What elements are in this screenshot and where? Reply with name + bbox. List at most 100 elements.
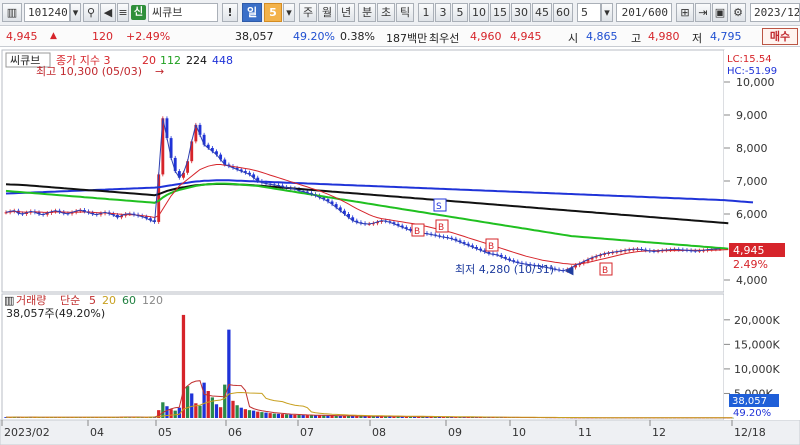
current-price-tag-text: 4,945 <box>733 244 765 257</box>
volume-bar <box>198 405 202 418</box>
legend-ma224: 224 <box>186 54 207 67</box>
minute-15-button[interactable]: 15 <box>490 3 510 22</box>
stock-chart[interactable]: 씨큐브 종가 지수 3 20 112 224 448 최고 10,300 (05… <box>0 48 800 445</box>
volume-value: 38,057 <box>235 30 274 43</box>
minute-1-button[interactable]: 1 <box>418 3 434 22</box>
x-axis-label: 2023/02 <box>4 426 50 439</box>
volume-bar <box>264 412 268 418</box>
period-minute-button[interactable]: 분 <box>358 3 376 22</box>
price-change: 120 <box>92 30 113 43</box>
open-label: 시 <box>568 32 579 45</box>
volume-bar <box>330 415 334 418</box>
volume-bar <box>227 329 231 418</box>
volume-bar <box>313 415 318 418</box>
volume-bar <box>218 407 223 418</box>
volume-tag-text: 38,057 <box>732 396 767 407</box>
chart-toolbar: ▥ 101240 ▾ ⚲ ◀ ≡ 신 씨큐브 ! 일 5 ▾ 주 월 년 분 초… <box>0 0 800 26</box>
period-day-count-button[interactable]: 5 <box>264 3 282 22</box>
period-year-button[interactable]: 년 <box>337 3 355 22</box>
buy-button[interactable]: 매수 <box>762 28 798 45</box>
hc-label: HC:-51.99 <box>727 66 777 77</box>
turnover-rate: 0.38% <box>340 30 375 43</box>
volume-bar <box>289 414 293 418</box>
volume-tick-label: 20,000K <box>734 314 780 327</box>
volume-tick-label: 10,000K <box>734 363 780 376</box>
volume-bar <box>247 410 252 418</box>
volume-bar <box>202 382 206 418</box>
grid-tools-icon[interactable]: ⊞ <box>676 3 694 22</box>
code-dropdown-icon[interactable]: ▾ <box>70 3 81 22</box>
date-field[interactable]: 2023/12 <box>750 3 800 22</box>
open-price: 4,865 <box>586 30 618 43</box>
low-price: 4,795 <box>710 30 742 43</box>
alert-icon[interactable]: ! <box>222 3 238 22</box>
volume-pct-tag: 49.20% <box>733 408 771 419</box>
volume-bar <box>239 407 243 418</box>
x-axis-label: 04 <box>90 426 104 439</box>
minute-3-button[interactable]: 3 <box>435 3 451 22</box>
volume-bar <box>285 414 289 418</box>
legend-ma448: 448 <box>212 54 233 67</box>
x-axis-label: 12 <box>652 426 666 439</box>
minute-5-button[interactable]: 5 <box>452 3 468 22</box>
buy-signal-label: B <box>414 227 420 237</box>
interval-input[interactable]: 5 <box>577 3 601 22</box>
current-pct-tag: 2.49% <box>733 258 768 271</box>
high-price: 4,980 <box>648 30 680 43</box>
x-axis-label: 07 <box>300 426 314 439</box>
x-axis-label: 06 <box>228 426 242 439</box>
minute-60-button[interactable]: 60 <box>553 3 573 22</box>
volume-bar <box>326 415 330 418</box>
period-day-button[interactable]: 일 <box>242 3 262 22</box>
save-icon[interactable]: ▣ <box>712 3 728 22</box>
period-second-button[interactable]: 초 <box>377 3 395 22</box>
min-arrow-icon: ◀ <box>565 264 574 277</box>
current-price: 4,945 <box>6 30 38 43</box>
price-tick-label: 8,000 <box>736 142 768 155</box>
quote-row: 4,945 ▲ 120 +2.49% 38,057 49.20% 0.38% 1… <box>0 27 800 47</box>
minute-45-button[interactable]: 45 <box>532 3 552 22</box>
search-icon[interactable]: ⚲ <box>83 3 99 22</box>
period-week-button[interactable]: 주 <box>299 3 317 22</box>
stock-code-input[interactable]: 101240 <box>24 3 70 22</box>
minute-10-button[interactable]: 10 <box>469 3 489 22</box>
count-display[interactable]: 201/600 <box>616 3 672 22</box>
volume-bar <box>276 413 281 418</box>
count-total: /600 <box>641 6 669 19</box>
volume-tick-label: 15,000K <box>734 338 780 351</box>
period-tick-button[interactable]: 틱 <box>396 3 414 22</box>
volume-legend-ma60: 60 <box>122 294 136 307</box>
price-tick-label: 6,000 <box>736 208 768 221</box>
minute-30-button[interactable]: 30 <box>511 3 531 22</box>
settings-icon[interactable]: ⚙ <box>730 3 746 22</box>
min-price-annotation: 최저 4,280 (10/31) <box>455 263 554 276</box>
volume-legend-ma5: 5 <box>89 294 96 307</box>
price-tick-label: 7,000 <box>736 175 768 188</box>
volume-bar <box>305 415 309 418</box>
volume-bar <box>169 409 173 418</box>
menu-icon[interactable]: ≡ <box>117 3 129 22</box>
price-tick-label: 10,000 <box>736 76 775 89</box>
volume-bar <box>256 411 260 418</box>
chart-menu-icon[interactable]: ▥ <box>2 3 22 22</box>
volume-bar <box>268 413 272 418</box>
period-month-button[interactable]: 월 <box>318 3 336 22</box>
volume-ratio: 49.20% <box>293 30 335 43</box>
period-dropdown-icon[interactable]: ▾ <box>283 3 295 22</box>
x-axis-label: 10 <box>512 426 526 439</box>
split-view-icon[interactable]: ⇥ <box>695 3 711 22</box>
volume-panel-icon: ▥ <box>4 294 14 307</box>
price-tick-label: 4,000 <box>736 274 768 287</box>
volume-title: 거래량 <box>16 294 46 307</box>
volume-bar <box>231 400 235 418</box>
volume-bar <box>318 415 322 418</box>
chart-area[interactable]: 씨큐브 종가 지수 3 20 112 224 448 최고 10,300 (05… <box>0 48 800 445</box>
low-label: 저 <box>692 32 703 45</box>
x-axis-label: 09 <box>448 426 462 439</box>
volume-legend-ma120: 120 <box>142 294 163 307</box>
prev-stock-icon[interactable]: ◀ <box>100 3 116 22</box>
stock-name-field[interactable]: 씨큐브 <box>148 3 218 22</box>
interval-dropdown-icon[interactable]: ▾ <box>601 3 613 22</box>
up-arrow-icon: ▲ <box>50 31 57 41</box>
x-axis-label: 12/18 <box>734 426 766 439</box>
